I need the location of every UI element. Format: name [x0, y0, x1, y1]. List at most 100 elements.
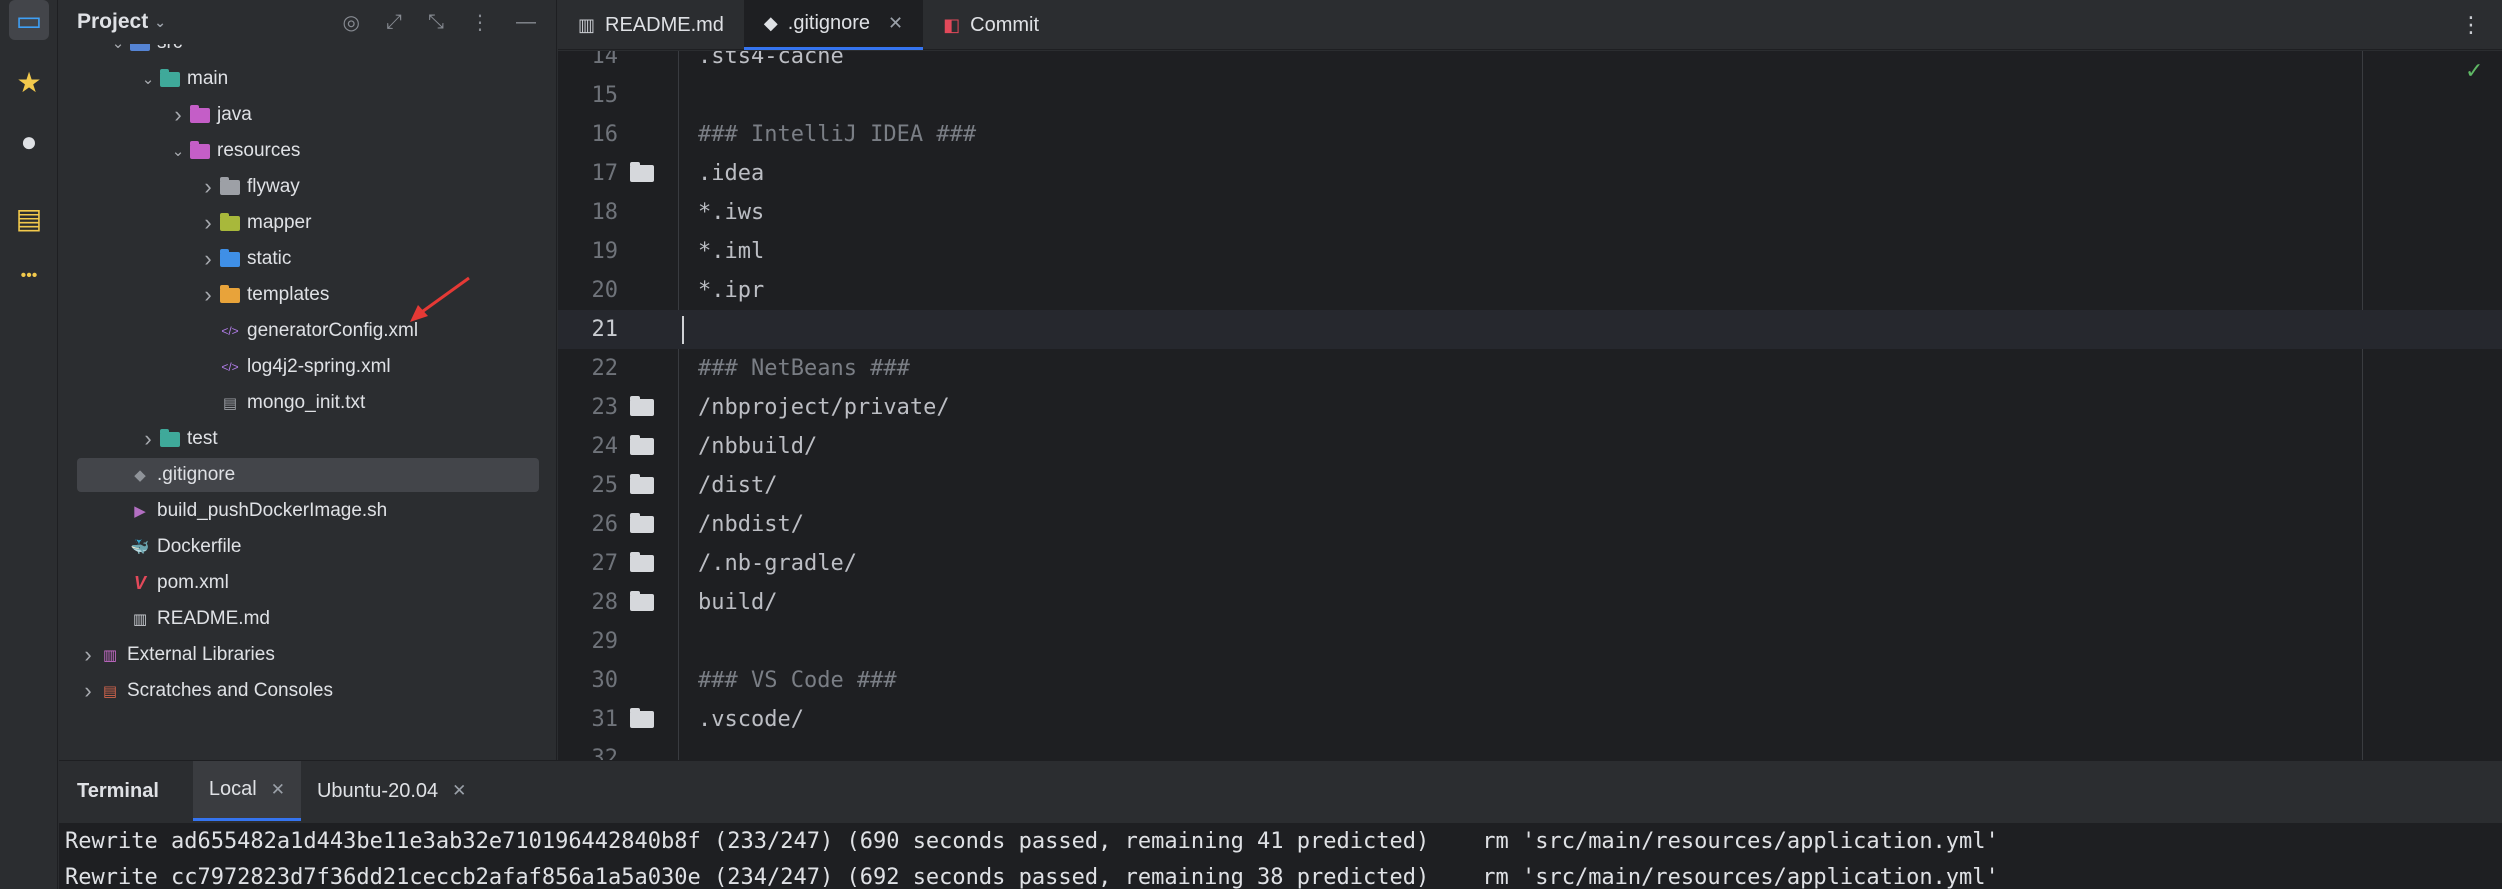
tree-item[interactable]: 🐳 Dockerfile — [77, 530, 539, 564]
close-icon[interactable]: ✕ — [271, 780, 285, 800]
code-text: ### IntelliJ IDEA ### — [698, 122, 977, 147]
chevron-right-icon[interactable]: › — [137, 426, 159, 452]
project-icon[interactable]: ▭ — [9, 0, 49, 40]
line-number: 26 — [591, 512, 619, 537]
chevron-right-icon[interactable]: › — [197, 210, 219, 236]
tree-item[interactable]: Vpom.xml — [77, 566, 539, 600]
options-icon[interactable]: ⋮ — [470, 10, 490, 35]
code-text: /nbdist/ — [698, 512, 804, 537]
tree-item-label: pom.xml — [157, 572, 229, 593]
tree-item[interactable]: ▥ README.md — [77, 602, 539, 636]
folder-icon — [630, 552, 654, 572]
tree-item-label: mapper — [247, 212, 312, 233]
tree-item[interactable]: › java — [77, 98, 539, 132]
activity-bar: ▭ ★ ● ▤ ••• — [0, 0, 58, 889]
more-icon[interactable]: ••• — [9, 256, 49, 296]
line-number: 27 — [591, 551, 619, 576]
folder-icon — [630, 513, 654, 533]
gutter — [618, 591, 698, 611]
folder-icon — [219, 176, 241, 196]
code-line: 17 .idea — [558, 154, 2502, 193]
chevron-right-icon[interactable]: › — [167, 102, 189, 128]
locate-icon[interactable]: ◎ — [343, 10, 360, 35]
tree-item[interactable]: ◆ .gitignore — [77, 458, 539, 492]
tree-item-label: main — [187, 68, 229, 89]
terminal-tab[interactable]: Local ✕ — [192, 761, 301, 821]
tree-item[interactable]: ▶ build_pushDockerImage.sh — [77, 494, 539, 528]
line-number: 30 — [591, 668, 619, 693]
gutter — [618, 474, 698, 494]
line-number: 18 — [591, 200, 619, 225]
code-text: .vscode/ — [698, 707, 804, 732]
tree-item-label: log4j2-spring.xml — [247, 356, 391, 377]
code-line: 21 — [558, 310, 2502, 349]
code-text: /nbproject/private/ — [698, 395, 950, 420]
terminal-tab[interactable]: Ubuntu-20.04 ✕ — [301, 761, 482, 821]
code-line: 26/nbdist/ — [558, 505, 2502, 544]
terminal-tab-label: Ubuntu-20.04 — [316, 779, 439, 802]
chevron-right-icon[interactable]: › — [197, 174, 219, 200]
chevron-down-icon[interactable]: ⌄ — [167, 142, 189, 160]
chevron-down-icon[interactable]: ⌄ — [107, 44, 129, 52]
tree-item[interactable]: ⌄ src — [77, 44, 539, 60]
code-text: .idea — [698, 161, 765, 186]
project-tree: ⌄ src ⌄ main › java ⌄ resources › flyway › mapper › s… — [59, 44, 549, 760]
terminal-output[interactable]: Rewrite ad655482a1d443be11e3ab32e7101964… — [59, 823, 2502, 889]
code-line: 27 /.nb-gradle/ — [558, 544, 2502, 583]
tree-item[interactable]: › flyway — [77, 170, 539, 204]
expand-all-icon[interactable]: ⤢ — [386, 11, 402, 34]
no-problems-check-icon[interactable]: ✓ — [2465, 58, 2483, 84]
chevron-right-icon[interactable]: › — [197, 282, 219, 308]
markdown-file-icon: ▥ — [132, 611, 148, 628]
tree-item[interactable]: › mapper — [77, 206, 539, 240]
tree-item-label: static — [247, 248, 292, 269]
text-caret — [682, 316, 684, 344]
tree-item-label: generatorConfig.xml — [247, 320, 419, 341]
xml-file-icon: </> — [221, 360, 239, 374]
tree-item[interactable]: ▤ mongo_init.txt — [77, 386, 539, 420]
folder-icon — [189, 140, 211, 160]
code-editor[interactable]: 14 .sts4-cache 15 16 ### IntelliJ IDEA ### 17… — [558, 51, 2502, 760]
tree-item-label: mongo_init.txt — [247, 392, 366, 413]
tree-item[interactable]: ⌄ resources — [77, 134, 539, 168]
chevron-right-icon[interactable]: › — [77, 678, 99, 704]
tree-item-label: resources — [217, 140, 301, 161]
chevron-right-icon[interactable]: › — [197, 246, 219, 272]
line-number: 19 — [591, 239, 619, 264]
tree-item[interactable]: › static — [77, 242, 539, 276]
chevron-right-icon[interactable]: › — [77, 642, 99, 668]
more-actions-icon[interactable]: ⋮ — [2460, 0, 2482, 50]
close-icon[interactable]: ✕ — [888, 13, 903, 34]
line-number: 15 — [591, 83, 619, 108]
code-line: 23/nbproject/private/ — [558, 388, 2502, 427]
code-text: .sts4-cache — [698, 51, 844, 69]
database-icon[interactable]: ▤ — [9, 198, 49, 238]
folder-icon — [189, 104, 211, 124]
chevron-down-icon[interactable]: ⌄ — [137, 70, 159, 88]
tab-gitignore[interactable]: ◆ .gitignore ✕ — [743, 0, 924, 50]
chevron-down-icon[interactable]: ⌄ — [154, 14, 166, 31]
folder-icon — [159, 68, 181, 88]
xml-file-icon: </> — [221, 324, 239, 338]
tree-item-label: flyway — [247, 176, 300, 197]
tree-item-label: test — [187, 428, 218, 449]
code-text: /.nb-gradle/ — [698, 551, 857, 576]
tree-item[interactable]: ⌄ main — [77, 62, 539, 96]
line-number: 20 — [591, 278, 619, 303]
tree-item-label: templates — [247, 284, 330, 305]
tree-item-label: Scratches and Consoles — [127, 680, 333, 701]
tree-item[interactable]: › ▥ External Libraries — [77, 638, 539, 672]
tree-item[interactable]: › test — [77, 422, 539, 456]
close-icon[interactable]: ✕ — [452, 781, 466, 801]
collapse-all-icon[interactable]: ⤡ — [428, 11, 444, 34]
gutter — [618, 708, 698, 728]
tree-item[interactable]: </> log4j2-spring.xml — [77, 350, 539, 384]
hide-icon[interactable]: — — [516, 11, 536, 34]
code-line: 14 .sts4-cache — [558, 51, 2502, 76]
github-icon[interactable]: ● — [9, 122, 49, 162]
tree-item[interactable]: › ▤ Scratches and Consoles — [77, 674, 539, 708]
tab-label: README.md — [605, 13, 724, 36]
tab-commit[interactable]: ◧ Commit — [923, 0, 1059, 50]
tab-readmemd[interactable]: ▥ README.md — [558, 0, 744, 50]
bookmarks-icon[interactable]: ★ — [9, 62, 49, 102]
